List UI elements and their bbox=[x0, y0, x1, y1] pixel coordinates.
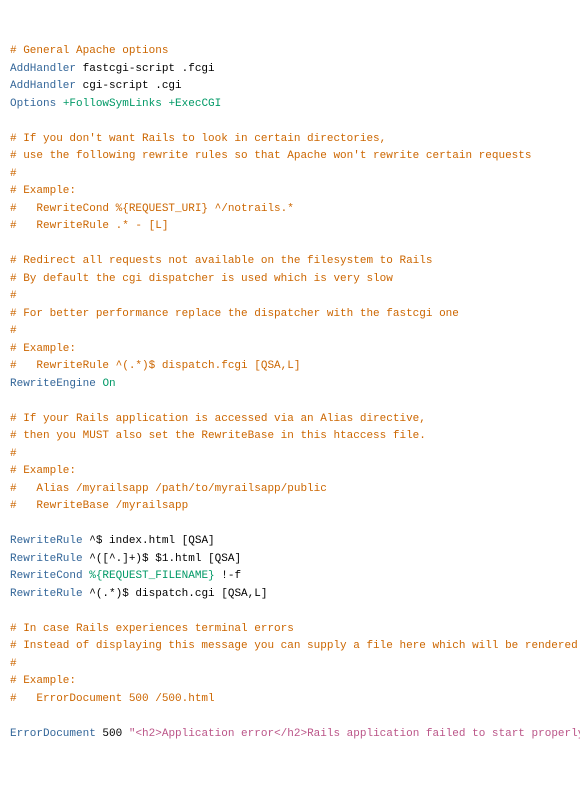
code-line: # RewriteCond %{REQUEST_URI} ^/notrails.… bbox=[10, 201, 570, 219]
code-token: # bbox=[10, 325, 17, 337]
code-line: AddHandler fastcgi-script .fcgi bbox=[10, 61, 570, 79]
code-line: Options +FollowSymLinks +ExecCGI bbox=[10, 96, 570, 114]
code-token: # then you MUST also set the RewriteBase… bbox=[10, 430, 426, 442]
code-line: # bbox=[10, 446, 570, 464]
code-line: # If your Rails application is accessed … bbox=[10, 411, 570, 429]
code-token: # If your Rails application is accessed … bbox=[10, 413, 426, 425]
code-token: # RewriteCond %{REQUEST_URI} ^/notrails.… bbox=[10, 203, 294, 215]
code-line: # Example: bbox=[10, 183, 570, 201]
code-line: # If you don't want Rails to look in cer… bbox=[10, 131, 570, 149]
code-line: RewriteCond %{REQUEST_FILENAME} !-f bbox=[10, 568, 570, 586]
code-line: # bbox=[10, 288, 570, 306]
code-token: fastcgi-script .fcgi bbox=[76, 63, 215, 75]
code-token: # ErrorDocument 500 /500.html bbox=[10, 693, 215, 705]
code-block: # General Apache options AddHandler fastc… bbox=[10, 43, 570, 743]
code-line: RewriteEngine On bbox=[10, 376, 570, 394]
code-token: # General Apache options bbox=[10, 45, 168, 57]
code-line: # then you MUST also set the RewriteBase… bbox=[10, 428, 570, 446]
code-token: ErrorDocument bbox=[10, 728, 96, 740]
code-line: # In case Rails experiences terminal err… bbox=[10, 621, 570, 639]
code-token: RewriteRule bbox=[10, 535, 83, 547]
code-token: !-f bbox=[215, 570, 241, 582]
code-line: # Alias /myrailsapp /path/to/myrailsapp/… bbox=[10, 481, 570, 499]
code-token: # RewriteRule .* - [L] bbox=[10, 220, 168, 232]
code-token: # By default the cgi dispatcher is used … bbox=[10, 273, 393, 285]
code-token: # Alias /myrailsapp /path/to/myrailsapp/… bbox=[10, 483, 327, 495]
code-token: # Example: bbox=[10, 185, 76, 197]
code-line: # RewriteRule ^(.*)$ dispatch.fcgi [QSA,… bbox=[10, 358, 570, 376]
code-token: # bbox=[10, 658, 17, 670]
code-line bbox=[10, 516, 570, 534]
code-token: RewriteRule bbox=[10, 553, 83, 565]
code-token: ^(.*)$ dispatch.cgi [QSA,L] bbox=[83, 588, 268, 600]
code-line: # Instead of displaying this message you… bbox=[10, 638, 570, 656]
code-line bbox=[10, 236, 570, 254]
code-line: # General Apache options bbox=[10, 43, 570, 61]
code-line: RewriteRule ^$ index.html [QSA] bbox=[10, 533, 570, 551]
code-token: cgi-script .cgi bbox=[76, 80, 182, 92]
code-token: "<h2>Application error</h2>Rails applica… bbox=[129, 728, 580, 740]
code-token: # Instead of displaying this message you… bbox=[10, 640, 580, 652]
code-line: # Example: bbox=[10, 673, 570, 691]
code-token: # bbox=[10, 448, 17, 460]
code-line bbox=[10, 113, 570, 131]
code-line: # Redirect all requests not available on… bbox=[10, 253, 570, 271]
code-line bbox=[10, 708, 570, 726]
code-token: %{REQUEST_FILENAME} bbox=[89, 570, 214, 582]
code-token: AddHandler bbox=[10, 80, 76, 92]
code-token: AddHandler bbox=[10, 63, 76, 75]
code-token bbox=[56, 98, 63, 110]
code-line bbox=[10, 393, 570, 411]
code-line: # use the following rewrite rules so tha… bbox=[10, 148, 570, 166]
code-line: # For better performance replace the dis… bbox=[10, 306, 570, 324]
code-line: # RewriteBase /myrailsapp bbox=[10, 498, 570, 516]
code-token: +FollowSymLinks +ExecCGI bbox=[63, 98, 221, 110]
code-token: RewriteEngine bbox=[10, 378, 96, 390]
code-token: RewriteRule bbox=[10, 588, 83, 600]
code-token: On bbox=[102, 378, 115, 390]
code-token: # For better performance replace the dis… bbox=[10, 308, 459, 320]
code-line: # Example: bbox=[10, 341, 570, 359]
code-token: # RewriteBase /myrailsapp bbox=[10, 500, 188, 512]
code-token: # Example: bbox=[10, 465, 76, 477]
code-line: # Example: bbox=[10, 463, 570, 481]
code-line: ErrorDocument 500 "<h2>Application error… bbox=[10, 726, 570, 744]
code-token: # use the following rewrite rules so tha… bbox=[10, 150, 532, 162]
code-line: # bbox=[10, 323, 570, 341]
code-token: # Example: bbox=[10, 675, 76, 687]
code-token: 500 bbox=[96, 728, 129, 740]
code-token: # Example: bbox=[10, 343, 76, 355]
code-line: # bbox=[10, 166, 570, 184]
code-token: # If you don't want Rails to look in cer… bbox=[10, 133, 386, 145]
code-token: # In case Rails experiences terminal err… bbox=[10, 623, 294, 635]
code-token: # bbox=[10, 290, 17, 302]
code-token: Options bbox=[10, 98, 56, 110]
code-line: # RewriteRule .* - [L] bbox=[10, 218, 570, 236]
code-token: # RewriteRule ^(.*)$ dispatch.fcgi [QSA,… bbox=[10, 360, 300, 372]
code-line bbox=[10, 603, 570, 621]
code-token: ^$ index.html [QSA] bbox=[83, 535, 215, 547]
code-token: # Redirect all requests not available on… bbox=[10, 255, 432, 267]
code-line: RewriteRule ^(.*)$ dispatch.cgi [QSA,L] bbox=[10, 586, 570, 604]
code-token: ^([^.]+)$ $1.html [QSA] bbox=[83, 553, 241, 565]
code-line: RewriteRule ^([^.]+)$ $1.html [QSA] bbox=[10, 551, 570, 569]
code-line: # ErrorDocument 500 /500.html bbox=[10, 691, 570, 709]
code-line: AddHandler cgi-script .cgi bbox=[10, 78, 570, 96]
code-line: # By default the cgi dispatcher is used … bbox=[10, 271, 570, 289]
code-line: # bbox=[10, 656, 570, 674]
code-token: RewriteCond bbox=[10, 570, 83, 582]
code-token: # bbox=[10, 168, 17, 180]
